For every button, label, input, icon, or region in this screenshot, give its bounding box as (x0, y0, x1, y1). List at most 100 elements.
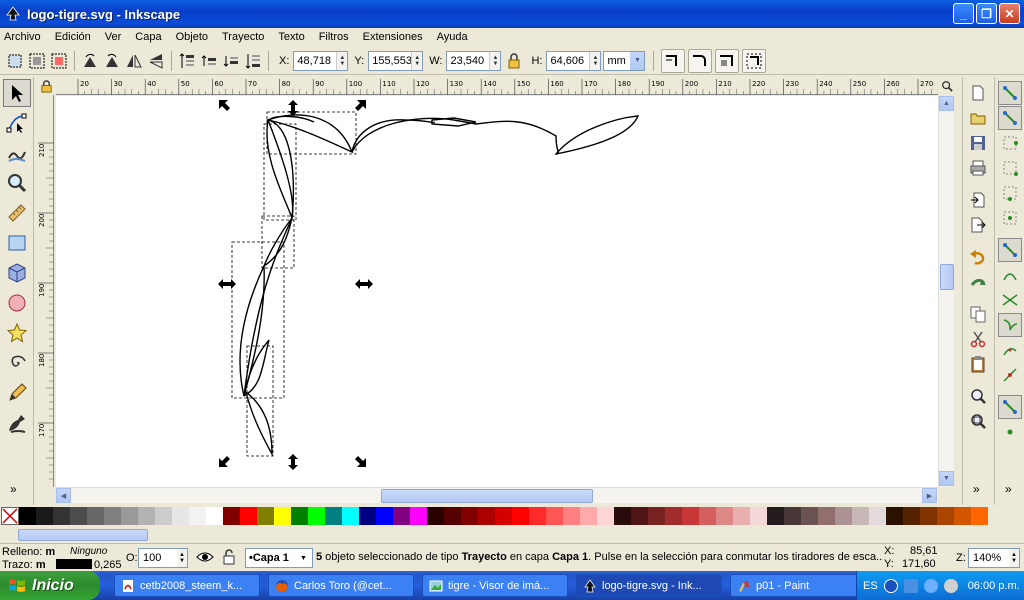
menu-texto[interactable]: Texto (278, 31, 304, 43)
star-tool[interactable] (3, 319, 31, 347)
move-patterns-toggle[interactable] (742, 48, 767, 73)
resize-handle-sw[interactable] (219, 456, 230, 467)
color-swatch[interactable] (342, 507, 359, 525)
horizontal-ruler[interactable]: 20 30 40 50 60 70 80 90 100 110 120 130 140 150 160 170… (56, 77, 946, 95)
stroke-width[interactable]: 0,265 (94, 559, 122, 571)
color-swatch[interactable] (920, 507, 937, 525)
zoom-spin-arrows[interactable]: ▲ ▼ (1009, 549, 1019, 567)
menu-ayuda[interactable]: Ayuda (437, 31, 468, 43)
resize-handle-n[interactable] (288, 100, 298, 116)
snap-center-toggle[interactable] (998, 420, 1022, 444)
x-spin-arrows[interactable]: ▲ ▼ (336, 51, 348, 70)
color-swatch[interactable] (138, 507, 155, 525)
scale-handles[interactable] (218, 100, 373, 470)
h-value[interactable]: 64,606 (547, 55, 589, 67)
color-swatch[interactable] (971, 507, 988, 525)
resize-handle-s[interactable] (288, 454, 298, 470)
color-swatch[interactable] (257, 507, 274, 525)
color-swatch[interactable] (733, 507, 750, 525)
resize-handle-w[interactable] (218, 279, 236, 289)
color-swatch[interactable] (36, 507, 53, 525)
color-swatch[interactable] (750, 507, 767, 525)
import-button[interactable] (966, 188, 990, 212)
language-indicator[interactable]: ES (863, 580, 878, 592)
color-swatch[interactable] (512, 507, 529, 525)
vertical-scrollbar[interactable]: ▲ ▼ (938, 96, 954, 487)
scroll-down-arrow[interactable]: ▼ (939, 471, 954, 486)
menu-edicion[interactable]: Edición (55, 31, 91, 43)
color-swatch[interactable] (478, 507, 495, 525)
opacity-value[interactable]: 100 (139, 552, 177, 564)
scroll-right-arrow[interactable]: ▶ (922, 488, 937, 503)
zoom-corner-button[interactable] (938, 77, 956, 95)
more-snap-chevron[interactable]: » (1005, 482, 1012, 496)
flip-horizontal-button[interactable] (123, 50, 145, 72)
color-swatch[interactable] (461, 507, 478, 525)
raise-to-top-button[interactable] (176, 50, 198, 72)
print-button[interactable] (966, 156, 990, 180)
lower-button[interactable] (220, 50, 242, 72)
h-spinbox[interactable]: 64,606 ▲ ▼ (546, 50, 602, 71)
select-all-button[interactable] (4, 50, 26, 72)
color-swatch[interactable] (104, 507, 121, 525)
export-button[interactable] (966, 213, 990, 237)
copy-button[interactable] (966, 302, 990, 326)
color-swatch[interactable] (563, 507, 580, 525)
color-swatch[interactable] (427, 507, 444, 525)
color-swatch[interactable] (665, 507, 682, 525)
color-swatch[interactable] (376, 507, 393, 525)
color-swatch[interactable] (716, 507, 733, 525)
selector-tool[interactable] (3, 79, 31, 107)
more-tools-chevron[interactable]: » (10, 482, 17, 496)
color-swatch[interactable] (580, 507, 597, 525)
fill-value[interactable]: Ninguno (70, 546, 107, 557)
snap-nodes-toggle[interactable] (998, 238, 1022, 262)
ellipse-tool[interactable] (3, 289, 31, 317)
color-swatch[interactable] (189, 507, 206, 525)
flip-vertical-button[interactable] (145, 50, 167, 72)
snap-smooth-toggle[interactable] (998, 338, 1022, 362)
color-swatch[interactable] (291, 507, 308, 525)
horizontal-scrollbar[interactable]: ◀ ▶ (56, 487, 938, 503)
measure-tool[interactable] (3, 199, 31, 227)
scale-corners-toggle[interactable] (688, 48, 713, 73)
vertical-scroll-thumb[interactable] (940, 264, 954, 290)
menu-archivo[interactable]: Archivo (4, 31, 41, 43)
color-swatch[interactable] (954, 507, 971, 525)
taskbar-item-firefox[interactable]: Carlos Toro (@cet... (268, 574, 414, 597)
snap-paths-toggle[interactable] (998, 263, 1022, 287)
y-spin-arrows[interactable]: ▲ ▼ (411, 51, 423, 70)
snap-toggle[interactable] (998, 81, 1022, 105)
layer-select[interactable]: •Capa 1 ▼ (245, 548, 313, 568)
color-swatch[interactable] (614, 507, 631, 525)
zoom-selection-button[interactable] (966, 384, 990, 408)
scroll-left-arrow[interactable]: ◀ (56, 488, 71, 503)
color-swatch[interactable] (155, 507, 172, 525)
horizontal-scroll-thumb[interactable] (381, 489, 593, 503)
tray-back-icon[interactable] (883, 578, 898, 593)
taskbar-item-image-viewer[interactable]: tigre - Visor de imá... (422, 574, 568, 597)
resize-handle-se[interactable] (355, 456, 366, 467)
layer-lock-toggle[interactable] (222, 549, 236, 568)
color-swatch[interactable] (121, 507, 138, 525)
calligraphy-tool[interactable] (3, 409, 31, 437)
lower-to-bottom-button[interactable] (242, 50, 264, 72)
taskbar-item-paint[interactable]: p01 - Paint (730, 574, 876, 597)
minimize-button[interactable]: _ (953, 3, 974, 24)
resize-handle-ne[interactable] (355, 100, 366, 111)
color-swatch[interactable] (597, 507, 614, 525)
color-swatch[interactable] (682, 507, 699, 525)
color-swatch[interactable] (869, 507, 886, 525)
color-swatch[interactable] (359, 507, 376, 525)
color-swatch[interactable] (631, 507, 648, 525)
title-bar[interactable]: logo-tigre.svg - Inkscape _ ❐ ✕ (0, 0, 1024, 28)
redo-button[interactable] (966, 270, 990, 294)
color-swatch[interactable] (53, 507, 70, 525)
color-swatch[interactable] (495, 507, 512, 525)
lock-ratio-button[interactable] (503, 50, 525, 72)
color-swatch[interactable] (325, 507, 342, 525)
color-swatch[interactable] (903, 507, 920, 525)
snap-bbox-edge-toggle[interactable] (998, 131, 1022, 155)
lock-guides-button[interactable] (36, 77, 56, 95)
x-value[interactable]: 48,718 (294, 55, 336, 67)
